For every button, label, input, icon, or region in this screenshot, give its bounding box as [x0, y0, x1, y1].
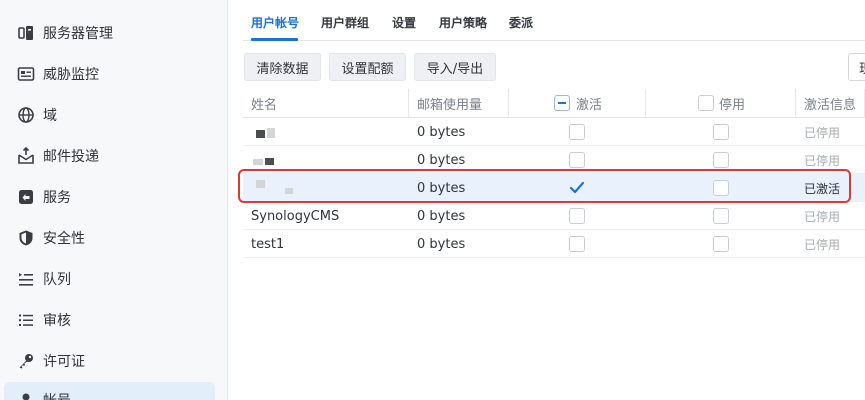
user-name: SynologyCMS [251, 208, 340, 224]
globe-icon [17, 106, 35, 124]
redacted-name [265, 158, 274, 165]
sidebar-item-domain[interactable]: 域 [4, 97, 215, 133]
redacted-name [267, 128, 275, 138]
sidebar-item-label: 队列 [43, 272, 71, 288]
disabled-checkbox[interactable] [713, 180, 729, 196]
sidebar-item-label: 邮件投递 [43, 149, 99, 165]
import-export-button[interactable]: 导入/导出 [414, 53, 496, 81]
header-mailbox-usage[interactable]: 邮箱使用量 [417, 89, 482, 118]
mailbox-usage: 0 bytes [417, 124, 466, 140]
tab-user-groups[interactable]: 用户群组 [321, 14, 369, 31]
services-icon [17, 188, 35, 206]
activation-status: 已停用 [804, 209, 841, 224]
table-header: 姓名 邮箱使用量 激活 停用 激活信息 [243, 89, 865, 118]
select-all-active-checkbox[interactable] [554, 95, 570, 111]
table-row-selected[interactable]: 0 bytes 已激活 [243, 174, 865, 202]
column-divider [508, 89, 509, 118]
user-name: test1 [251, 236, 285, 252]
redacted-name [256, 180, 265, 188]
sidebar: 服务器管理 威胁监控 域 邮件投递 服务 安全性 队列 审核 许可证 [0, 0, 228, 400]
sidebar-item-label: 帐号 [43, 390, 71, 400]
disabled-checkbox[interactable] [713, 236, 729, 252]
active-checkbox[interactable] [569, 208, 585, 224]
user-icon [17, 391, 35, 400]
mailbox-usage: 0 bytes [417, 152, 466, 168]
sidebar-item-mail-delivery[interactable]: 邮件投递 [4, 138, 215, 174]
sidebar-item-label: 服务器管理 [43, 26, 113, 42]
table-row[interactable]: 0 bytes 已停用 [243, 118, 865, 146]
sidebar-item-audit[interactable]: 审核 [4, 302, 215, 338]
activation-status: 已停用 [804, 153, 841, 168]
tab-bar: 用户帐号 用户群组 设置 用户策略 委派 [243, 0, 865, 41]
sidebar-item-server-management[interactable]: 服务器管理 [4, 15, 215, 51]
sidebar-item-label: 威胁监控 [43, 67, 99, 83]
sidebar-item-threat-monitor[interactable]: 威胁监控 [4, 56, 215, 92]
column-divider [795, 89, 796, 118]
active-checkbox[interactable] [569, 152, 585, 168]
key-icon [17, 352, 35, 370]
sidebar-item-label: 域 [43, 108, 57, 124]
tab-user-policy[interactable]: 用户策略 [439, 14, 487, 31]
sidebar-item-services[interactable]: 服务 [4, 179, 215, 215]
sidebar-item-queue[interactable]: 队列 [4, 261, 215, 297]
toolbar-partial-button[interactable]: 现 [848, 53, 865, 81]
sidebar-item-label: 审核 [43, 313, 71, 329]
active-checkbox[interactable] [569, 236, 585, 252]
sidebar-item-label: 服务 [43, 190, 71, 206]
queue-icon [17, 270, 35, 288]
server-icon [17, 24, 35, 42]
disabled-checkbox[interactable] [713, 152, 729, 168]
disabled-checkbox[interactable] [713, 124, 729, 140]
header-active[interactable]: 激活 [576, 89, 602, 118]
mailbox-usage: 0 bytes [417, 180, 466, 196]
disabled-checkbox[interactable] [713, 208, 729, 224]
activation-status: 已停用 [804, 237, 841, 252]
header-activation-info[interactable]: 激活信息 [804, 89, 856, 118]
table-row[interactable]: 0 bytes 已停用 [243, 146, 865, 174]
column-divider [408, 89, 409, 118]
activation-status: 已激活 [804, 181, 841, 196]
redacted-name [285, 188, 293, 194]
header-disabled[interactable]: 停用 [719, 89, 745, 118]
active-checkbox[interactable] [569, 124, 585, 140]
set-quota-button[interactable]: 设置配额 [329, 53, 406, 81]
main-panel: 用户帐号 用户群组 设置 用户策略 委派 清除数据 设置配额 导入/导出 现 姓… [228, 0, 865, 400]
sidebar-item-account[interactable]: 帐号 [4, 382, 215, 400]
tab-user-accounts[interactable]: 用户帐号 [251, 14, 299, 31]
header-name[interactable]: 姓名 [251, 89, 277, 118]
sidebar-item-label: 安全性 [43, 231, 85, 247]
select-all-disabled-checkbox[interactable] [698, 95, 714, 111]
active-tab-indicator [251, 38, 298, 41]
sidebar-item-security[interactable]: 安全性 [4, 220, 215, 256]
table-row[interactable]: test1 0 bytes 已停用 [243, 230, 865, 258]
tab-delegation[interactable]: 委派 [509, 14, 533, 31]
mailbox-usage: 0 bytes [417, 236, 466, 252]
monitor-icon [17, 65, 35, 83]
sidebar-item-label: 许可证 [43, 354, 85, 370]
tab-settings[interactable]: 设置 [392, 14, 416, 31]
sidebar-item-license[interactable]: 许可证 [4, 343, 215, 379]
activation-status: 已停用 [804, 125, 841, 140]
checkmark-icon [569, 181, 585, 194]
audit-list-icon [17, 311, 35, 329]
mailbox-usage: 0 bytes [417, 208, 466, 224]
clear-data-button[interactable]: 清除数据 [244, 53, 321, 81]
table-row[interactable]: SynologyCMS 0 bytes 已停用 [243, 202, 865, 230]
shield-icon [17, 229, 35, 247]
redacted-name [256, 130, 265, 138]
redacted-name [253, 159, 263, 165]
active-checkbox[interactable] [569, 180, 585, 196]
column-divider [645, 89, 646, 118]
mail-delivery-icon [17, 147, 35, 165]
